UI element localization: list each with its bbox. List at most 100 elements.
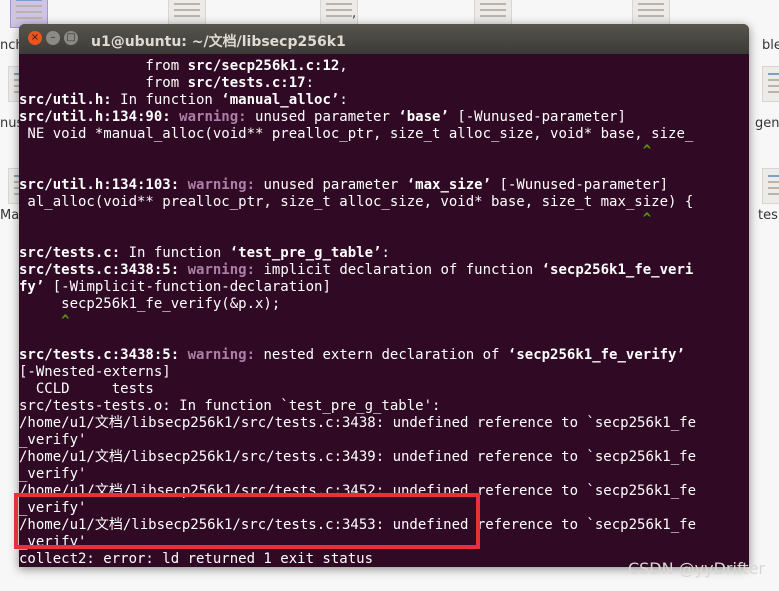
terminal-text-segment: ‘secp256k1_fe_verify’ xyxy=(507,347,685,363)
terminal-text-segment: collect2: error: ld returned 1 exit stat… xyxy=(19,551,374,567)
terminal-text-segment: : xyxy=(381,245,390,261)
terminal-text-segment: /home/u1/文档/libsecp256k1/src/tests.c:343… xyxy=(19,415,697,431)
terminal-text-segment: [-Wunused-parameter] xyxy=(448,109,626,125)
desktop-file-thumbnail[interactable] xyxy=(632,0,670,26)
terminal-line: src/tests.c:3438:5: warning: nested exte… xyxy=(19,347,685,364)
terminal-text-segment: src/tests-tests.o: In function `test_pre… xyxy=(19,398,441,414)
window-title: u1@ubuntu: ~/文档/libsecp256k1 xyxy=(91,34,346,50)
terminal-line: ^ xyxy=(19,211,651,228)
terminal-text-segment: src/util.h:134:103: xyxy=(19,177,180,193)
minimize-window-button[interactable]: – xyxy=(46,31,60,45)
terminal-text-segment: secp256k1_fe_verify(&p.x); xyxy=(19,296,281,312)
terminal-text-segment: _verify' xyxy=(19,466,87,482)
terminal-text-segment: src/util.h: xyxy=(19,92,112,108)
terminal-line: _verify' xyxy=(19,500,86,517)
terminal-text-segment: [-Wnested-externs] xyxy=(19,364,171,380)
desktop-file-label: , xyxy=(352,6,357,21)
terminal-line: CCLD tests xyxy=(19,381,154,398)
terminal-text-segment: ‘secp256k1_fe_veri xyxy=(541,262,694,278)
terminal-text-segment: nested extern declaration of xyxy=(255,347,508,363)
terminal-text-segment: warning: xyxy=(187,347,256,363)
terminal-line: _verify' xyxy=(19,534,86,551)
desktop-file-thumbnail[interactable] xyxy=(168,0,206,26)
desktop-file-label: Ma xyxy=(0,208,20,223)
terminal-line: fy’ [-Wimplicit-function-declaration] xyxy=(19,279,331,296)
terminal-text-segment: : xyxy=(305,75,315,91)
terminal-text-segment: NE void *manual_alloc(void** prealloc_pt… xyxy=(19,126,694,142)
terminal-line: /home/u1/文档/libsecp256k1/src/tests.c:343… xyxy=(19,449,696,466)
terminal-text-segment: _verify' xyxy=(19,500,87,516)
terminal-text-segment: ^ xyxy=(19,211,652,227)
watermark: CSDN @yyDrifter xyxy=(627,559,765,578)
terminal-text-segment: /home/u1/文档/libsecp256k1/src/tests.c:343… xyxy=(19,449,697,465)
desktop-file-thumbnail[interactable] xyxy=(474,0,512,26)
desktop-file-thumbnail[interactable] xyxy=(762,66,779,102)
terminal-line: ^ xyxy=(19,313,70,330)
terminal-line: /home/u1/文档/libsecp256k1/src/tests.c:345… xyxy=(19,483,696,500)
terminal-text-segment: , xyxy=(339,58,348,74)
minimize-icon: – xyxy=(50,32,56,43)
terminal-text-segment: fy’ xyxy=(19,279,45,295)
terminal-line: src/tests-tests.o: In function `test_pre… xyxy=(19,398,440,415)
terminal-line: ^ xyxy=(19,143,651,160)
terminal-text-segment: [-Wunused-parameter] xyxy=(491,177,669,193)
desktop-file-thumbnail[interactable] xyxy=(762,168,779,204)
terminal-line: _verify' xyxy=(19,466,86,483)
terminal-text-segment: ^ xyxy=(19,143,652,159)
terminal-text-segment: In function xyxy=(111,92,222,108)
maximize-window-button[interactable]: □ xyxy=(64,31,78,45)
terminal-line: [-Wnested-externs] xyxy=(19,364,171,381)
terminal-text-segment: warning: xyxy=(187,177,256,193)
terminal-line: src/tests.c: In function ‘test_pre_g_tab… xyxy=(19,245,390,262)
terminal-line: src/tests.c:3438:5: warning: implicit de… xyxy=(19,262,693,279)
terminal-text-segment: ‘test_pre_g_table’ xyxy=(229,245,382,261)
terminal-text-segment: /home/u1/文档/libsecp256k1/src/tests.c:345… xyxy=(19,483,697,499)
terminal-text-segment: src/secp256k1.c:12 xyxy=(187,58,340,74)
close-icon: × xyxy=(30,32,40,43)
terminal-text-segment: from xyxy=(19,58,188,74)
terminal-text-segment: ‘max_size’ xyxy=(406,177,492,193)
terminal-line: NE void *manual_alloc(void** prealloc_pt… xyxy=(19,126,693,143)
desktop-file-label: gen xyxy=(755,116,779,131)
terminal-line: collect2: error: ld returned 1 exit stat… xyxy=(19,551,373,567)
terminal-text-segment: ‘manual_alloc’ xyxy=(221,92,340,108)
terminal-line: src/util.h: In function ‘manual_alloc’: xyxy=(19,92,348,109)
terminal-text-segment: src/tests.c:3438:5: xyxy=(19,262,180,278)
terminal-text-segment: unused parameter xyxy=(246,109,399,125)
terminal-text-segment: : xyxy=(339,92,348,108)
terminal-line: from src/tests.c:17: xyxy=(19,75,314,92)
terminal-line: from src/secp256k1.c:12, xyxy=(19,58,348,75)
terminal-text-segment: warning: xyxy=(179,109,247,125)
terminal-output[interactable]: from src/secp256k1.c:12, from src/tests.… xyxy=(19,54,749,567)
terminal-line: src/util.h:134:90: warning: unused param… xyxy=(19,109,626,126)
terminal-text-segment: src/util.h:134:90: xyxy=(19,109,171,125)
close-window-button[interactable]: × xyxy=(28,31,42,45)
terminal-text-segment: warning: xyxy=(187,262,256,278)
terminal-text-segment: _verify' xyxy=(19,534,87,550)
terminal-window[interactable]: × – □ u1@ubuntu: ~/文档/libsecp256k1 from … xyxy=(19,24,749,567)
terminal-line: _verify' xyxy=(19,432,86,449)
terminal-line: /home/u1/文档/libsecp256k1/src/tests.c:345… xyxy=(19,517,696,534)
terminal-text-segment: from xyxy=(19,75,188,91)
terminal-text-segment: src/tests.c:3438:5: xyxy=(19,347,180,363)
terminal-text-segment: ^ xyxy=(19,313,70,329)
desktop-file-label: tes xyxy=(758,208,778,223)
maximize-icon: □ xyxy=(66,32,76,43)
terminal-line: src/util.h:134:103: warning: unused para… xyxy=(19,177,668,194)
terminal-text-segment: [-Wimplicit-function-declaration] xyxy=(44,279,331,295)
terminal-text-segment: unused parameter xyxy=(255,177,407,193)
window-titlebar[interactable]: × – □ u1@ubuntu: ~/文档/libsecp256k1 xyxy=(19,24,749,54)
terminal-line: al_alloc(void** prealloc_ptr, size_t all… xyxy=(19,194,693,211)
terminal-text-segment: src/tests.c:17 xyxy=(187,75,306,91)
terminal-line: secp256k1_fe_verify(&p.x); xyxy=(19,296,280,313)
desktop-file-label: ble xyxy=(762,38,779,53)
terminal-text-segment: CCLD tests xyxy=(19,381,154,397)
terminal-text-segment: al_alloc(void** prealloc_ptr, size_t all… xyxy=(19,194,694,210)
terminal-text-segment: /home/u1/文档/libsecp256k1/src/tests.c:345… xyxy=(19,517,697,533)
terminal-text-segment: ‘base’ xyxy=(398,109,449,125)
terminal-line: /home/u1/文档/libsecp256k1/src/tests.c:343… xyxy=(19,415,696,432)
